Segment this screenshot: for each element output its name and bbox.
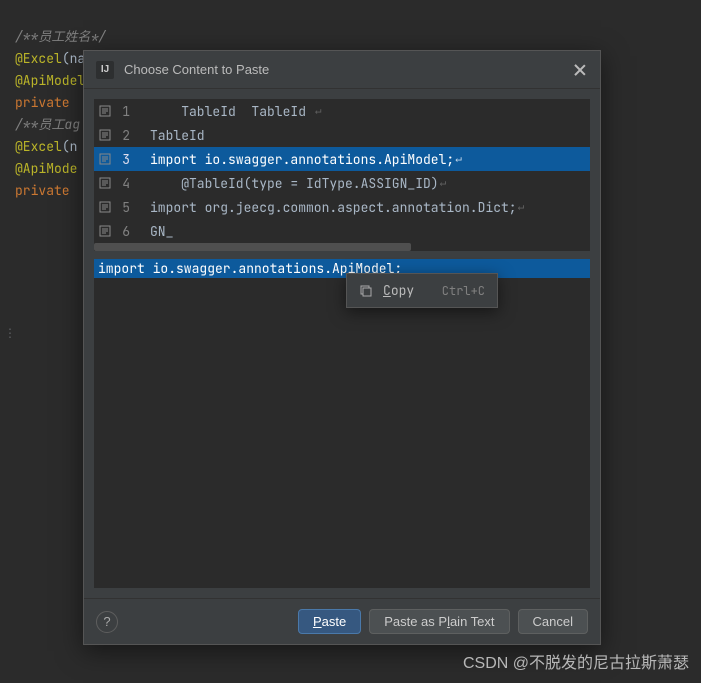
dialog-footer: ? Paste Paste as Plain Text Cancel — [84, 598, 600, 644]
dialog-title: Choose Content to Paste — [124, 62, 572, 77]
history-row-number: 3 — [116, 151, 130, 168]
context-menu-copy-shortcut: Ctrl+C — [442, 283, 485, 299]
text-snippet-icon — [98, 224, 112, 238]
history-row-text: TableId — [150, 127, 205, 144]
dialog-header: IJ Choose Content to Paste — [84, 51, 600, 89]
history-row-number: 4 — [116, 175, 130, 192]
history-row-text: import io.swagger.annotations.ApiModel; — [150, 151, 454, 168]
history-row[interactable]: 5 import org.jeecg.common.aspect.annotati… — [94, 195, 590, 219]
context-menu: Copy Ctrl+C — [346, 273, 498, 308]
history-row-number: 1 — [116, 103, 130, 120]
dialog-body: 1 TableId TableId ↵ 2 TableId 3 import io.sw… — [84, 89, 600, 598]
copy-icon — [359, 284, 373, 298]
code-annotation: @ApiMode — [15, 160, 77, 177]
history-row-text: GN_ — [150, 223, 173, 240]
preview-text: import io.swagger.annotations.ApiModel; — [94, 259, 590, 278]
app-icon: IJ — [96, 61, 114, 79]
crlf-icon: ↵ — [315, 104, 322, 118]
close-icon[interactable] — [572, 62, 588, 78]
paste-button[interactable]: Paste — [298, 609, 361, 634]
history-row-number: 2 — [116, 127, 130, 144]
help-button[interactable]: ? — [96, 611, 118, 633]
crlf-icon: ↵ — [440, 176, 447, 190]
code-annotation: @Excel — [15, 50, 62, 67]
cancel-button[interactable]: Cancel — [518, 609, 588, 634]
history-row[interactable]: 3 import io.swagger.annotations.ApiModel;… — [94, 147, 590, 171]
preview-pane[interactable]: import io.swagger.annotations.ApiModel; … — [94, 259, 590, 588]
crlf-icon: ↵ — [518, 200, 525, 214]
text-snippet-icon — [98, 176, 112, 190]
history-row[interactable]: 2 TableId — [94, 123, 590, 147]
history-row[interactable]: 4 @TableId(type = IdType.ASSIGN_ID)↵ — [94, 171, 590, 195]
code-comment: /**员工姓名*/ — [15, 28, 106, 45]
code-annotation: @Excel — [15, 138, 62, 155]
history-row[interactable]: 1 TableId TableId ↵ — [94, 99, 590, 123]
history-row[interactable]: 6 GN_ — [94, 219, 590, 243]
context-menu-copy[interactable]: Copy Ctrl+C — [347, 278, 497, 303]
history-row-text: import org.jeecg.common.aspect.annotatio… — [150, 199, 517, 216]
crlf-icon: ↵ — [455, 152, 462, 166]
gutter-handle-icon[interactable]: ⋮ — [4, 326, 16, 340]
text-snippet-icon — [98, 200, 112, 214]
code-keyword: private — [15, 94, 70, 111]
history-row-number: 5 — [116, 199, 130, 216]
text-snippet-icon — [98, 152, 112, 166]
code-comment: /**员工ag — [15, 116, 80, 133]
paste-plain-text-button[interactable]: Paste as Plain Text — [369, 609, 509, 634]
paste-dialog: IJ Choose Content to Paste 1 TableId Tab… — [83, 50, 601, 645]
code-keyword: private — [15, 182, 70, 199]
scrollbar-thumb[interactable] — [94, 243, 411, 251]
clipboard-history-list[interactable]: 1 TableId TableId ↵ 2 TableId 3 import io.sw… — [94, 99, 590, 251]
horizontal-scrollbar[interactable] — [94, 243, 590, 251]
text-snippet-icon — [98, 128, 112, 142]
watermark-text: CSDN @不脱发的尼古拉斯萧瑟 — [463, 649, 689, 673]
text-snippet-icon — [98, 104, 112, 118]
history-row-text: @TableId(type = IdType.ASSIGN_ID) — [150, 175, 439, 192]
context-menu-copy-label: Copy — [383, 282, 432, 299]
history-row-text: TableId TableId — [150, 103, 314, 120]
history-row-number: 6 — [116, 223, 130, 240]
